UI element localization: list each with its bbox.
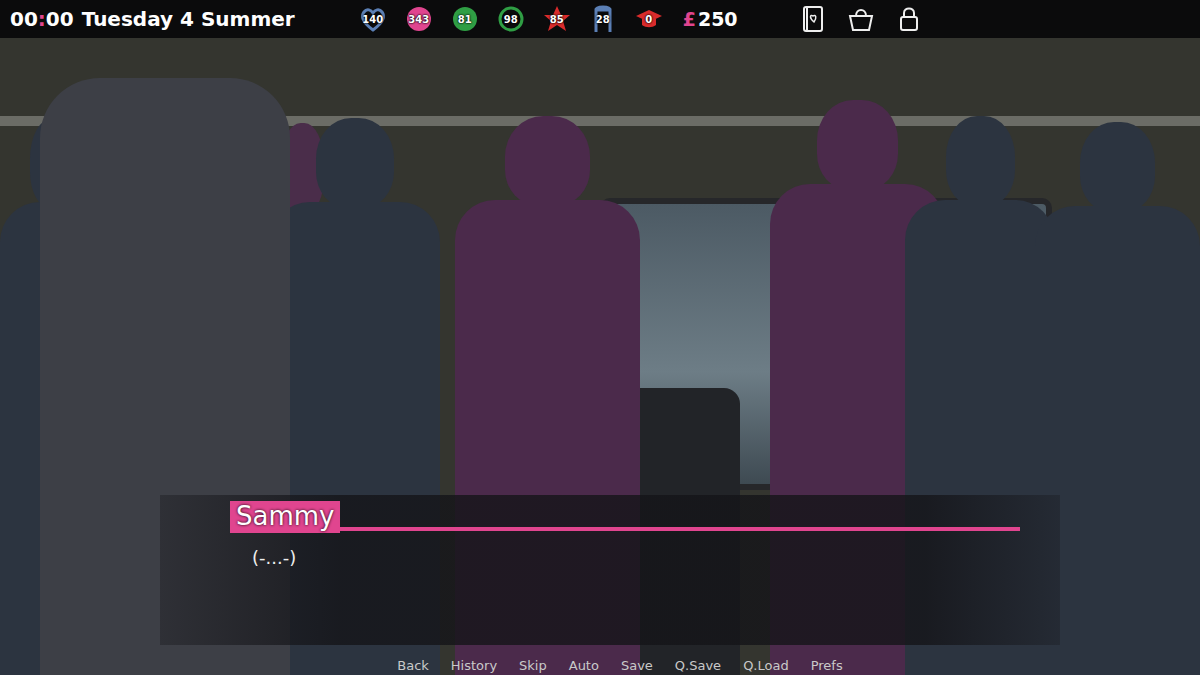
lock-icon[interactable] — [894, 4, 924, 34]
game-screen: 00:00 Tuesday 4 Summer 140 343 81 98 85 … — [0, 0, 1200, 675]
toolbar — [798, 4, 924, 34]
quick-menu-button[interactable]: Save — [621, 658, 653, 673]
money: £250 — [683, 8, 738, 30]
quick-menu-button[interactable]: Prefs — [811, 658, 843, 673]
quick-menu-button[interactable]: History — [451, 658, 497, 673]
stat-badge: 0 — [631, 4, 667, 34]
stat-badge: 85 — [539, 4, 575, 34]
quick-menu-button[interactable]: Q.Load — [743, 658, 789, 673]
name-underline — [340, 527, 1020, 531]
quick-menu-button[interactable]: Auto — [569, 658, 599, 673]
journal-icon[interactable] — [798, 4, 828, 34]
clock: 00:00 Tuesday 4 Summer — [10, 7, 295, 31]
status-bar: 00:00 Tuesday 4 Summer 140 343 81 98 85 … — [0, 0, 1200, 38]
bag-icon[interactable] — [846, 4, 876, 34]
stat-badge: 81 — [447, 4, 483, 34]
quick-menu: Back History Skip Auto Save Q.Save Q.Load Prefs — [0, 658, 1200, 673]
speaker-name: Sammy — [230, 501, 340, 533]
stat-badge: 98 — [493, 4, 529, 34]
quick-menu-button[interactable]: Skip — [519, 658, 547, 673]
stat-badge: 140 — [355, 4, 391, 34]
dialogue-box[interactable]: Sammy (-...-) — [160, 495, 1060, 645]
scene: Sammy (-...-) Back History Skip Auto Save Q.S… — [0, 38, 1200, 675]
quick-menu-button[interactable]: Q.Save — [675, 658, 721, 673]
stat-badge: 343 — [401, 4, 437, 34]
quick-menu-button[interactable]: Back — [397, 658, 429, 673]
dialogue-text: (-...-) — [252, 547, 1060, 568]
stats: 140 343 81 98 85 28 0 £250 — [355, 4, 738, 34]
stat-badge: 28 — [585, 4, 621, 34]
